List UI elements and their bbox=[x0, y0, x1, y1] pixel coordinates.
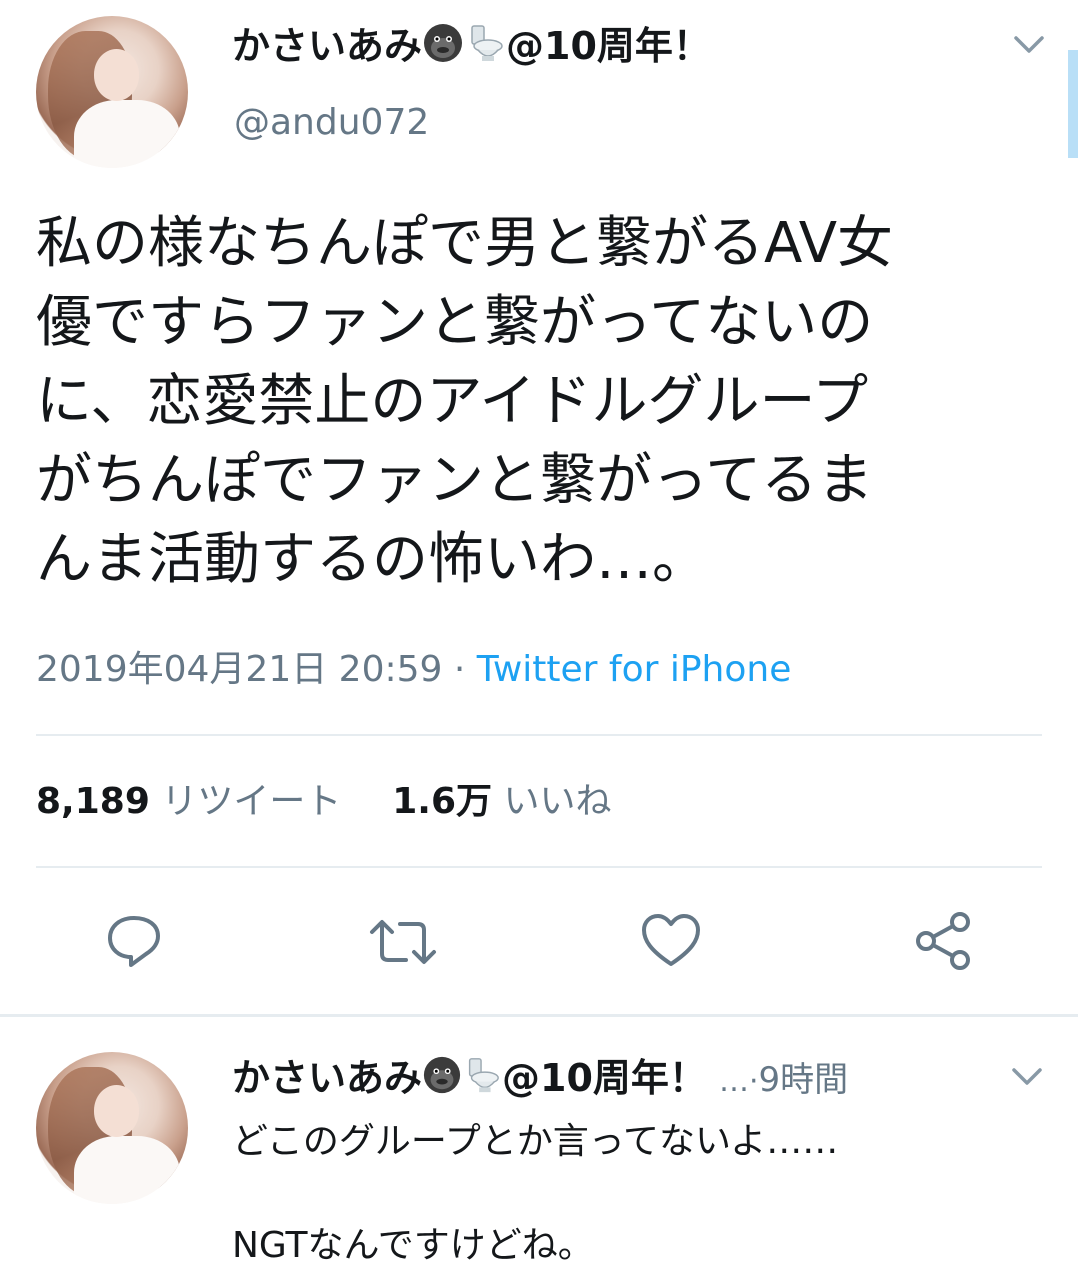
divider bbox=[0, 1014, 1078, 1017]
reply-header[interactable]: かさいあみ @10周年！ …·9時間 bbox=[232, 1054, 848, 1106]
author-name[interactable]: かさいあみ @10周年！ bbox=[232, 22, 711, 75]
tweet-date[interactable]: 2019年04月21日 20:59 bbox=[36, 649, 442, 690]
tweet-text-line: 優ですらファンと繋がってないの bbox=[36, 290, 874, 355]
chevron-down-icon[interactable] bbox=[1010, 1066, 1044, 1092]
reply-time[interactable]: 9時間 bbox=[759, 1060, 849, 1100]
reply-display-name: かさいあみ bbox=[232, 1056, 423, 1100]
reply-text: どこのグループとか言ってないよ…… NGTなんですけどね。 bbox=[232, 1116, 838, 1272]
tweet-text-line: に、恋愛禁止のアイドルグループ bbox=[36, 369, 869, 434]
reply-text-line bbox=[232, 1168, 838, 1220]
reply-icon[interactable] bbox=[104, 912, 164, 972]
divider bbox=[36, 866, 1042, 868]
avatar[interactable] bbox=[36, 16, 188, 168]
tweet-source[interactable]: Twitter for iPhone bbox=[477, 649, 792, 690]
toilet-icon bbox=[462, 1055, 502, 1106]
scrollbar-thumb[interactable] bbox=[1068, 50, 1078, 158]
chevron-down-icon[interactable] bbox=[1012, 34, 1046, 60]
retweet-icon[interactable] bbox=[368, 916, 438, 972]
tweet-text-line: んま活動するの怖いわ…。 bbox=[36, 527, 708, 592]
retweets-count: 8,189 bbox=[36, 781, 150, 822]
divider bbox=[36, 734, 1042, 736]
reply-text-line: NGTなんですけどね。 bbox=[232, 1225, 594, 1266]
reply-text-line: どこのグループとか言ってないよ…… bbox=[232, 1121, 839, 1162]
retweets-label: リツイート bbox=[161, 781, 342, 822]
reply-truncation: … bbox=[719, 1064, 749, 1099]
retweets-stat[interactable]: 8,189 リツイート bbox=[36, 781, 341, 822]
reply-avatar[interactable] bbox=[36, 1052, 188, 1204]
meta-separator: · bbox=[453, 649, 466, 690]
name-suffix: @10周年！ bbox=[506, 24, 711, 68]
display-name: かさいあみ bbox=[232, 24, 423, 68]
reply-separator: · bbox=[749, 1064, 759, 1099]
tweet-meta: 2019年04月21日 20:59 · Twitter for iPhone bbox=[36, 646, 791, 694]
tweet-text-line: 私の様なちんぽで男と繋がるAV女 bbox=[36, 211, 894, 276]
reply-name-suffix: @10周年！ bbox=[502, 1056, 707, 1100]
likes-label: いいね bbox=[503, 781, 612, 822]
tweet-text: 私の様なちんぽで男と繋がるAV女 優ですらファンと繋がってないの に、恋愛禁止の… bbox=[36, 204, 893, 599]
gorilla-icon bbox=[422, 1055, 462, 1106]
tweet-stats: 8,189 リツイート 1.6万 いいね bbox=[36, 778, 612, 826]
toilet-icon bbox=[464, 22, 506, 75]
like-icon[interactable] bbox=[640, 912, 702, 974]
likes-count: 1.6万 bbox=[392, 781, 493, 822]
gorilla-icon bbox=[422, 22, 464, 75]
likes-stat[interactable]: 1.6万 いいね bbox=[392, 781, 611, 822]
author-handle[interactable]: @andu072 bbox=[234, 100, 429, 146]
tweet-text-line: がちんぽでファンと繋がってるま bbox=[36, 448, 874, 513]
share-icon[interactable] bbox=[912, 910, 974, 976]
